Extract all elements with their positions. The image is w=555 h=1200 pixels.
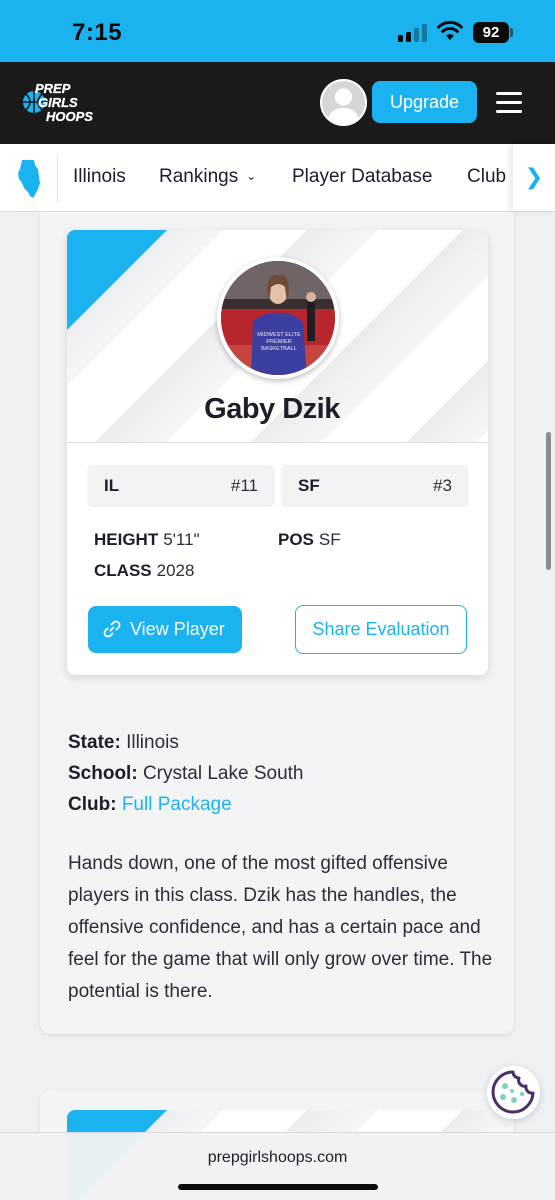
cookie-settings-button[interactable]	[487, 1066, 540, 1119]
state-value: Illinois	[126, 732, 179, 753]
height-label: HEIGHT	[94, 530, 159, 549]
upgrade-button[interactable]: Upgrade	[372, 81, 477, 123]
illinois-state-icon[interactable]	[16, 159, 42, 199]
evaluation-text: Hands down, one of the most gifted offen…	[68, 853, 493, 1002]
logo-line-2: GIRLS	[38, 95, 78, 110]
school-label: School:	[68, 763, 138, 784]
school-row: School: Crystal Lake South	[68, 763, 303, 785]
nav-item-player-database[interactable]: Player Database	[292, 166, 432, 188]
height-value: 5'11"	[163, 530, 200, 549]
chevron-down-icon: ⌄	[246, 169, 257, 183]
state-rank-label: IL	[104, 476, 120, 495]
battery-icon: 92	[473, 22, 509, 43]
position-rank-value: #3	[433, 476, 452, 495]
state-row: State: Illinois	[68, 732, 179, 754]
player-photo[interactable]: MIDWEST ELITE PREMIER BASKETBALL	[217, 257, 339, 379]
height-stat: HEIGHT 5'11"	[94, 530, 200, 550]
club-label: Club:	[68, 794, 117, 815]
share-evaluation-button[interactable]: Share Evaluation	[295, 605, 467, 654]
nav-item-illinois[interactable]: Illinois	[73, 166, 126, 188]
state-rank-box: IL #11	[88, 465, 274, 505]
state-label: State:	[68, 732, 121, 753]
nav-item-rankings[interactable]: Rankings ⌄	[159, 166, 256, 188]
wifi-icon	[437, 20, 463, 40]
cookie-icon	[491, 1070, 535, 1114]
shirt-text-2: PREMIER	[266, 339, 292, 345]
state-rank-value: #11	[230, 476, 258, 495]
pos-value: SF	[318, 530, 341, 549]
club-row: Club: Full Package	[68, 794, 232, 816]
battery-tip	[510, 28, 513, 37]
class-value: 2028	[156, 561, 195, 580]
scrollbar-thumb[interactable]	[546, 432, 551, 570]
class-label: CLASS	[94, 561, 152, 580]
menu-icon[interactable]	[496, 92, 522, 114]
site-header: PREP GIRLS HOOPS Upgrade	[0, 62, 555, 144]
shirt-text-1: MIDWEST ELITE	[257, 332, 301, 338]
position-rank-label: SF	[298, 476, 320, 495]
home-indicator[interactable]	[178, 1184, 378, 1190]
view-player-label: View Player	[130, 619, 225, 639]
logo-line-3: HOOPS	[46, 109, 93, 124]
user-avatar[interactable]	[320, 79, 367, 126]
link-icon	[103, 620, 121, 638]
section-nav: Illinois Rankings ⌄ Player Database Club …	[0, 144, 555, 212]
card-corner-accent	[67, 230, 167, 330]
club-link[interactable]: Full Package	[122, 794, 232, 815]
class-stat: CLASS 2028	[94, 561, 194, 581]
nav-divider	[57, 154, 58, 202]
view-player-button[interactable]: View Player	[88, 606, 242, 653]
player-name: Gaby Dzik	[204, 393, 340, 425]
position-rank-box: SF #3	[282, 465, 468, 505]
pos-label: POS	[278, 530, 314, 549]
logo-line-1: PREP	[35, 81, 71, 96]
prep-girls-hoops-logo[interactable]: PREP GIRLS HOOPS	[20, 80, 100, 126]
status-bar: 7:15 92	[0, 0, 555, 62]
cellular-signal-icon	[398, 24, 428, 42]
nav-scroll-right-icon[interactable]: ❯	[513, 144, 555, 211]
shirt-text-3: BASKETBALL	[261, 346, 297, 352]
position-stat: POS SF	[278, 530, 341, 550]
browser-url[interactable]: prepgirlshoops.com	[0, 1149, 555, 1167]
school-value: Crystal Lake South	[142, 763, 304, 784]
status-time: 7:15	[72, 19, 123, 46]
nav-item-club[interactable]: Club	[467, 166, 506, 188]
user-silhouette-icon	[327, 88, 360, 124]
player-card: MIDWEST ELITE PREMIER BASKETBALL Gaby Dz…	[67, 230, 488, 675]
player-photo-image: MIDWEST ELITE PREMIER BASKETBALL	[221, 261, 335, 375]
nav-item-rankings-label: Rankings	[159, 166, 239, 187]
